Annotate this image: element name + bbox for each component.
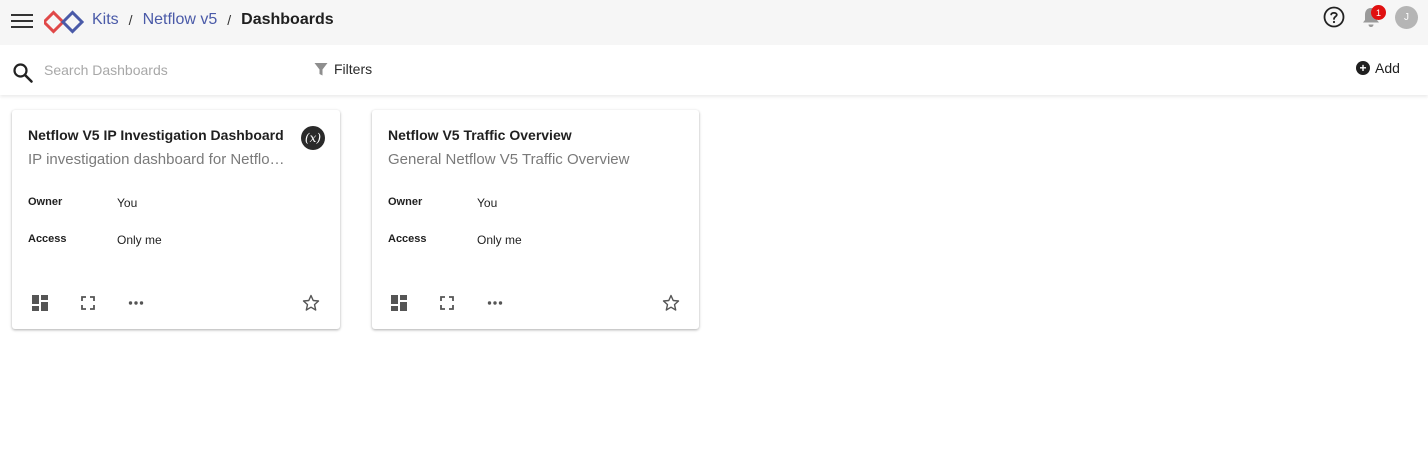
dashboards-toolbar: Filters + Add — [0, 45, 1428, 95]
add-label: Add — [1375, 60, 1400, 76]
access-label: Access — [28, 233, 67, 245]
dashboard-card[interactable]: Netflow V5 IP Investigation Dashboard (x… — [12, 110, 340, 329]
variables-icon: (x) — [301, 126, 325, 150]
breadcrumb-kits-link[interactable]: Kits — [92, 11, 119, 29]
owner-value: You — [477, 196, 498, 210]
breadcrumb: Kits / Netflow v5 / Dashboards — [92, 11, 334, 29]
dashboard-description: IP investigation dashboard for Netflow V… — [28, 151, 294, 168]
dashboard-icon[interactable] — [31, 294, 49, 312]
more-horizontal-icon[interactable] — [127, 294, 145, 312]
add-circle-icon: + — [1356, 61, 1370, 75]
breadcrumb-separator: / — [128, 12, 133, 28]
access-value: Only me — [477, 233, 522, 247]
more-horizontal-icon[interactable] — [486, 294, 504, 312]
star-outline-icon[interactable] — [302, 294, 320, 312]
access-value: Only me — [117, 233, 162, 247]
top-bar: Kits / Netflow v5 / Dashboards 1 J — [0, 0, 1428, 45]
search-input[interactable] — [44, 59, 294, 81]
filters-button[interactable]: Filters — [314, 61, 372, 77]
dashboard-card[interactable]: Netflow V5 Traffic Overview General Netf… — [372, 110, 699, 329]
filter-icon — [314, 62, 328, 75]
dashboard-description: General Netflow V5 Traffic Overview — [388, 151, 630, 168]
notification-badge: 1 — [1371, 5, 1386, 20]
dashboard-icon[interactable] — [390, 294, 408, 312]
star-outline-icon[interactable] — [662, 294, 680, 312]
page-title: Dashboards — [241, 11, 334, 28]
logo-icon[interactable] — [44, 9, 84, 35]
breadcrumb-netflow-link[interactable]: Netflow v5 — [143, 11, 218, 29]
search-icon — [13, 63, 33, 83]
owner-label: Owner — [28, 196, 63, 208]
fullscreen-icon[interactable] — [79, 294, 97, 312]
owner-value: You — [117, 196, 138, 210]
breadcrumb-separator: / — [227, 12, 232, 28]
help-circle-icon[interactable] — [1322, 5, 1346, 29]
hamburger-menu-icon[interactable] — [10, 12, 34, 32]
owner-label: Owner — [388, 196, 423, 208]
dashboard-title[interactable]: Netflow V5 Traffic Overview — [388, 127, 572, 143]
avatar[interactable]: J — [1395, 6, 1418, 29]
dashboard-title[interactable]: Netflow V5 IP Investigation Dashboard — [28, 127, 284, 143]
fullscreen-icon[interactable] — [438, 294, 456, 312]
access-label: Access — [388, 233, 427, 245]
add-dashboard-button[interactable]: + Add — [1356, 60, 1400, 76]
filters-label: Filters — [334, 61, 373, 77]
